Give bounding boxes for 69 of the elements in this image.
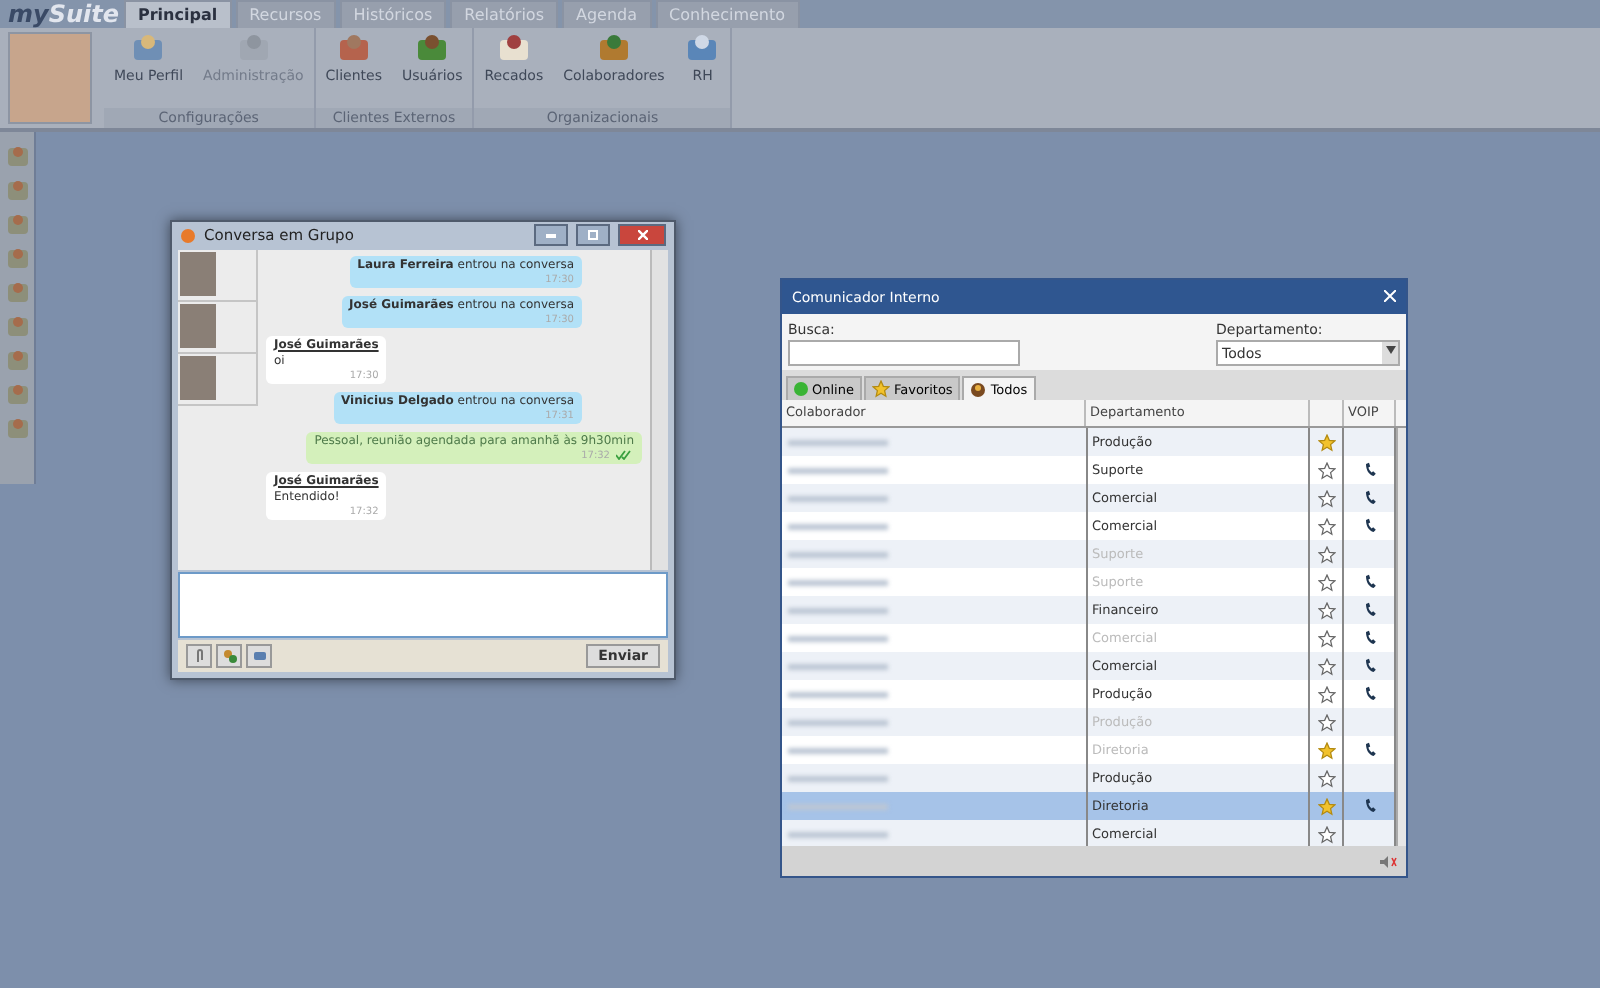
star-icon[interactable] xyxy=(1317,545,1335,563)
blurred-name xyxy=(788,495,888,501)
phone-icon[interactable] xyxy=(1363,658,1375,674)
phone-icon[interactable] xyxy=(1363,602,1375,618)
people-icon xyxy=(970,381,987,397)
minimize-icon xyxy=(546,233,556,238)
scrollbar[interactable] xyxy=(1396,428,1406,846)
close-button[interactable] xyxy=(1384,287,1396,307)
phone-icon[interactable] xyxy=(1363,518,1375,534)
blurred-name xyxy=(788,607,888,613)
star-icon[interactable] xyxy=(1317,797,1335,815)
star-icon[interactable] xyxy=(871,380,890,398)
blurred-name xyxy=(788,831,888,837)
phone-icon[interactable] xyxy=(1363,742,1375,758)
phone-icon[interactable] xyxy=(1363,490,1375,506)
close-icon xyxy=(637,230,647,241)
blurred-name xyxy=(788,523,888,529)
online-status-icon xyxy=(794,382,808,396)
star-icon[interactable] xyxy=(1317,741,1335,759)
caret-icon xyxy=(1385,346,1395,354)
chat-icon xyxy=(180,227,196,244)
maximize-icon xyxy=(588,230,598,241)
star-icon[interactable] xyxy=(1317,489,1335,507)
star-icon[interactable] xyxy=(1317,433,1335,451)
blurred-name xyxy=(788,467,888,473)
phone-icon[interactable] xyxy=(1363,686,1375,702)
photo-placeholder xyxy=(8,32,92,124)
message-input[interactable] xyxy=(178,571,668,638)
star-icon[interactable] xyxy=(1317,657,1335,675)
user-icon xyxy=(414,32,451,64)
star-icon[interactable] xyxy=(1317,461,1335,479)
paperclip-icon xyxy=(193,648,205,664)
star-icon[interactable] xyxy=(1317,713,1335,731)
add-participant-button[interactable] xyxy=(216,644,242,668)
phone-icon[interactable] xyxy=(1363,798,1375,814)
blurred-name xyxy=(788,775,888,781)
search-field[interactable] xyxy=(788,340,1020,366)
close-button[interactable] xyxy=(618,224,666,247)
star-icon[interactable] xyxy=(1317,825,1335,843)
photo-placeholder xyxy=(180,251,216,296)
ribbon-tab[interactable]: Principal xyxy=(124,0,232,28)
phone-icon[interactable] xyxy=(1363,462,1375,478)
photo-placeholder xyxy=(180,303,216,348)
blurred-name xyxy=(788,635,888,641)
star-icon[interactable] xyxy=(1317,573,1335,591)
blurred-name xyxy=(788,691,888,697)
blurred-name xyxy=(788,719,888,725)
attach-button[interactable] xyxy=(186,644,212,668)
phone-icon[interactable] xyxy=(1363,630,1375,646)
star-icon[interactable] xyxy=(1317,685,1335,703)
star-icon[interactable] xyxy=(1317,629,1335,647)
speaker-icon[interactable] xyxy=(1378,853,1398,869)
blurred-name xyxy=(788,439,888,445)
star-icon[interactable] xyxy=(1317,517,1335,535)
maximize-button[interactable] xyxy=(576,224,610,247)
tag-button[interactable] xyxy=(246,644,272,668)
minimize-button[interactable] xyxy=(534,224,568,247)
blurred-name xyxy=(788,747,888,753)
blurred-name xyxy=(788,663,888,669)
close-icon xyxy=(1384,289,1396,301)
blurred-name xyxy=(788,579,888,585)
profile-icon xyxy=(130,32,167,64)
blurred-name xyxy=(788,551,888,557)
star-icon[interactable] xyxy=(1317,769,1335,787)
app-logo: mySuite xyxy=(8,0,120,28)
star-icon[interactable] xyxy=(1317,601,1335,619)
phone-icon[interactable] xyxy=(1363,574,1375,590)
photo-placeholder xyxy=(180,355,216,400)
scrollbar[interactable] xyxy=(650,249,668,570)
